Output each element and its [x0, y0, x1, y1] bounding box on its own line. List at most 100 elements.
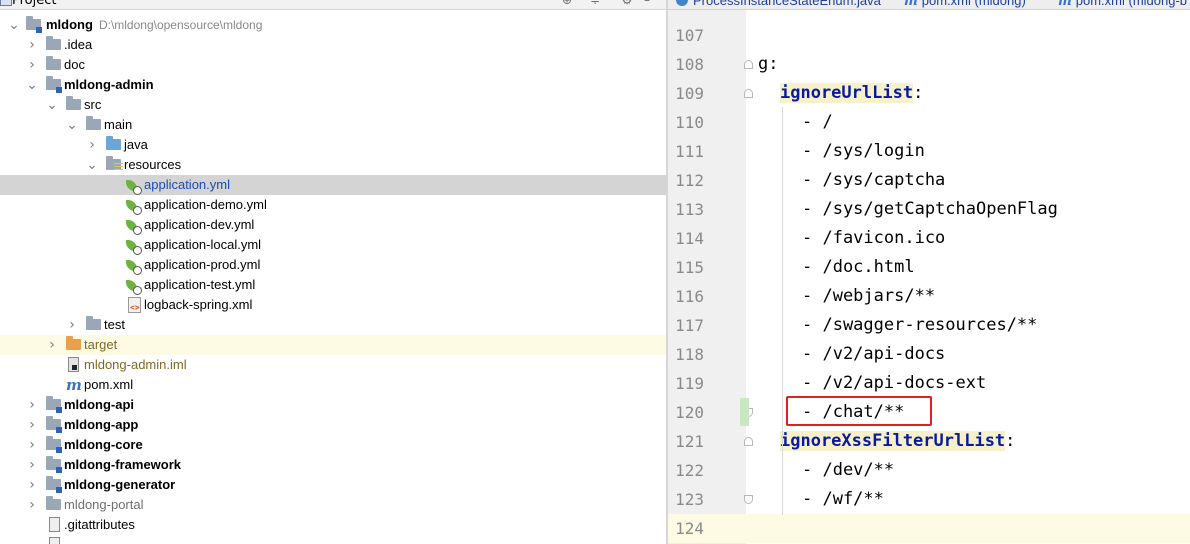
chevron-right-icon[interactable]: › — [26, 495, 38, 515]
hide-icon[interactable]: – — [640, 0, 654, 8]
source-folder-icon — [106, 136, 121, 150]
tree-item-partial[interactable] — [0, 535, 666, 544]
code-editor[interactable]: ProcessInstanceStateEnum.java m pom.xml (… — [668, 0, 1190, 544]
tab-process-instance-state-enum[interactable]: ProcessInstanceStateEnum.java — [676, 0, 881, 9]
tree-item-main[interactable]: ⌄ main — [0, 115, 666, 135]
code-value: : — [1005, 431, 1016, 451]
project-panel-header: Project ⊕ ≑ ⚙ – — [0, 0, 666, 10]
chevron-right-icon[interactable]: › — [26, 55, 38, 75]
folder-icon — [46, 56, 61, 70]
module-marker-icon — [56, 427, 62, 433]
project-panel: Project ⊕ ≑ ⚙ – ⌄ mldong D:\mldong\openso… — [0, 0, 666, 544]
tree-item-mldong-core[interactable]: › mldong-core — [0, 435, 666, 455]
project-panel-title[interactable]: Project — [12, 0, 56, 8]
code-line[interactable]: 110 - / — [668, 108, 1190, 137]
code-text: ignoreUrlList: — [780, 79, 923, 108]
tree-item-label: logback-spring.xml — [144, 297, 253, 312]
module-marker-icon — [56, 87, 62, 93]
code-line[interactable]: 122 - /dev/** — [668, 456, 1190, 485]
code-line[interactable]: 124 — [668, 514, 1190, 543]
chevron-right-icon[interactable]: › — [86, 135, 98, 155]
code-line[interactable]: 113 - /sys/getCaptchaOpenFlag — [668, 195, 1190, 224]
code-line[interactable]: 107 — [668, 21, 1190, 50]
tree-item-pom-xml[interactable]: m pom.xml — [0, 375, 666, 395]
code-line[interactable]: 117 - /swagger-resources/** — [668, 311, 1190, 340]
tree-item-mldong-api[interactable]: › mldong-api — [0, 395, 666, 415]
tree-item-application-prod-yml[interactable]: application-prod.yml — [0, 255, 666, 275]
tree-item-application-yml[interactable]: application.yml — [0, 175, 666, 195]
tree-item-logback-spring-xml[interactable]: <> logback-spring.xml — [0, 295, 666, 315]
tree-item-target[interactable]: › target — [0, 335, 666, 355]
tree-item-application-test-yml[interactable]: application-test.yml — [0, 275, 666, 295]
tree-item-doc[interactable]: › doc — [0, 55, 666, 75]
tree-item-idea[interactable]: › .idea — [0, 35, 666, 55]
tree-item-label: mldong-api — [64, 397, 135, 412]
code-text: - /wf/** — [802, 485, 884, 514]
chevron-right-icon[interactable]: › — [46, 335, 58, 355]
chevron-down-icon[interactable]: ⌄ — [26, 75, 38, 95]
code-line[interactable]: 119 - /v2/api-docs-ext — [668, 369, 1190, 398]
locate-icon[interactable]: ⊕ — [560, 0, 574, 8]
chevron-down-icon[interactable]: ⌄ — [66, 115, 78, 135]
tree-item-application-local-yml[interactable]: application-local.yml — [0, 235, 666, 255]
module-marker-icon — [56, 487, 62, 493]
chevron-right-icon[interactable]: › — [26, 475, 38, 495]
chevron-right-icon[interactable]: › — [26, 415, 38, 435]
fold-marker-icon[interactable] — [744, 60, 753, 69]
code-line[interactable]: 112 - /sys/captcha — [668, 166, 1190, 195]
tree-item-java[interactable]: › java — [0, 135, 666, 155]
chevron-right-icon[interactable]: › — [26, 435, 38, 455]
code-text: - / — [802, 108, 833, 137]
tree-item-mldong-app[interactable]: › mldong-app — [0, 415, 666, 435]
spring-config-icon — [126, 258, 142, 275]
fold-marker-icon[interactable] — [744, 437, 753, 446]
code-value: - /favicon.ico — [802, 228, 946, 248]
chevron-right-icon[interactable]: › — [26, 395, 38, 415]
code-value: g: — [758, 54, 779, 74]
line-number: 123 — [675, 490, 704, 509]
chevron-right-icon[interactable]: › — [26, 35, 38, 55]
chevron-down-icon[interactable]: ⌄ — [86, 155, 98, 175]
tree-item-mldong-portal[interactable]: › mldong-portal — [0, 495, 666, 515]
code-line[interactable]: 115 - /doc.html — [668, 253, 1190, 282]
tree-item-mldong[interactable]: ⌄ mldong D:\mldong\opensource\mldong — [0, 15, 666, 35]
gear-icon[interactable]: ⚙ — [620, 0, 634, 8]
tree-item-label: .gitattributes — [64, 517, 135, 532]
fold-marker-icon[interactable] — [744, 495, 753, 504]
tree-item-mldong-admin-iml[interactable]: mldong-admin.iml — [0, 355, 666, 375]
tab-pom-mldong-b[interactable]: m pom.xml (mldong-b — [1058, 0, 1187, 9]
tree-item-test[interactable]: › test — [0, 315, 666, 335]
vcs-change-marker[interactable] — [740, 398, 749, 426]
line-number: 114 — [675, 229, 704, 248]
line-number: 111 — [675, 142, 704, 161]
tree-item-label: pom.xml — [84, 377, 134, 392]
chevron-down-icon[interactable]: ⌄ — [46, 95, 58, 115]
code-line[interactable]: 118 - /v2/api-docs — [668, 340, 1190, 369]
tree-item-mldong-framework[interactable]: › mldong-framework — [0, 455, 666, 475]
folder-icon — [46, 36, 61, 50]
code-line[interactable]: 116 - /webjars/** — [668, 282, 1190, 311]
tree-item-gitattributes[interactable]: .gitattributes — [0, 515, 666, 535]
collapse-all-icon[interactable]: ≑ — [588, 0, 602, 8]
tree-item-mldong-admin[interactable]: ⌄ mldong-admin — [0, 75, 666, 95]
code-line[interactable]: 114 - /favicon.ico — [668, 224, 1190, 253]
tree-item-application-demo-yml[interactable]: application-demo.yml — [0, 195, 666, 215]
chevron-right-icon[interactable]: › — [26, 455, 38, 475]
yaml-key: ignoreXssFilterUrlList — [780, 431, 1006, 451]
xml-file-icon: <> — [128, 297, 141, 313]
tree-item-label: application.yml — [144, 177, 230, 192]
code-value: - /swagger-resources/** — [802, 315, 1038, 335]
line-number: 118 — [675, 345, 704, 364]
tab-pom-mldong[interactable]: m pom.xml (mldong) — [904, 0, 1026, 9]
tree-item-application-dev-yml[interactable]: application-dev.yml — [0, 215, 666, 235]
chevron-right-icon[interactable]: › — [66, 315, 78, 335]
code-line[interactable]: 111 - /sys/login — [668, 137, 1190, 166]
fold-marker-icon[interactable] — [744, 89, 753, 98]
tree-item-mldong-generator[interactable]: › mldong-generator — [0, 475, 666, 495]
chevron-down-icon[interactable]: ⌄ — [8, 15, 20, 35]
code-text: - /favicon.ico — [802, 224, 945, 253]
tree-item-label: application-local.yml — [144, 237, 262, 252]
tree-item-src[interactable]: ⌄ src — [0, 95, 666, 115]
tree-item-label: target — [84, 337, 118, 352]
tree-item-resources[interactable]: ⌄ resources — [0, 155, 666, 175]
